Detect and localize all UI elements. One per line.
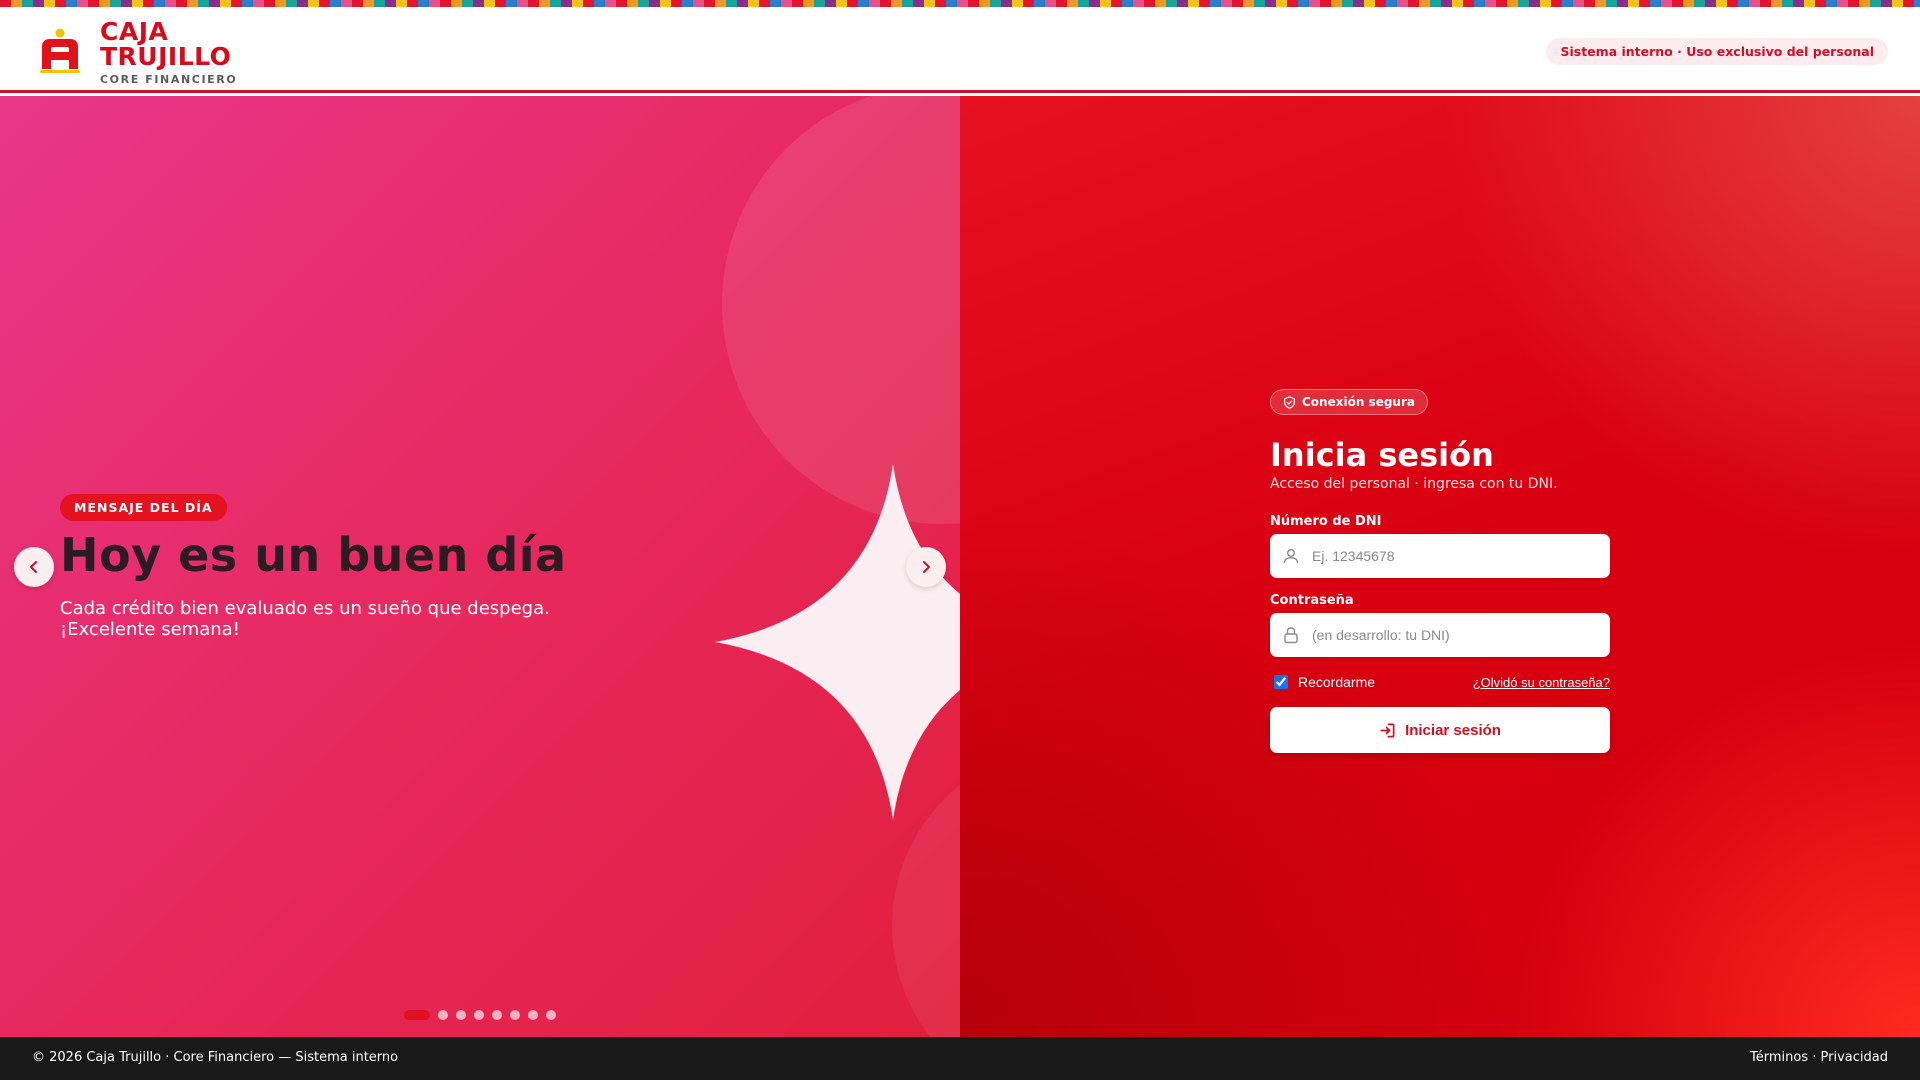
secure-connection-badge: Conexión segura <box>1270 389 1428 415</box>
login-arrow-icon <box>1380 723 1395 737</box>
carousel-prev-button[interactable] <box>14 547 54 587</box>
sparkle-star-icon <box>715 464 960 820</box>
slide-text: Cada crédito bien evaluado es un sueño q… <box>60 598 550 640</box>
form-options-row: Recordarme ¿Olvidó su contraseña? <box>1270 674 1610 690</box>
dni-input[interactable] <box>1270 534 1610 578</box>
remember-me-label: Recordarme <box>1298 674 1376 690</box>
remember-me-checkbox[interactable] <box>1274 675 1288 689</box>
carousel-pagination <box>404 1010 556 1020</box>
carousel-dot[interactable] <box>474 1010 484 1020</box>
message-carousel: MENSAJE DEL DÍA Hoy es un buen día Cada … <box>0 96 960 1037</box>
terms-link[interactable]: Términos <box>1750 1050 1808 1065</box>
carousel-dot[interactable] <box>510 1010 520 1020</box>
carousel-dot[interactable] <box>456 1010 466 1020</box>
login-subtitle: Acceso del personal · ingresa con tu DNI… <box>1270 476 1558 492</box>
password-input[interactable] <box>1270 613 1610 657</box>
login-form: Conexión segura Inicia sesión Acceso del… <box>1270 389 1610 753</box>
brand-line-1: CAJA <box>100 17 169 46</box>
brand-tagline: CORE FINANCIERO <box>100 73 238 86</box>
brand-wordmark: CAJA TRUJILLO CORE FINANCIERO <box>100 19 237 86</box>
footer-separator: · <box>1812 1050 1817 1065</box>
password-field-wrapper <box>1270 613 1610 657</box>
site-header: CAJA TRUJILLO CORE FINANCIERO Sistema in… <box>0 7 1920 93</box>
chevron-left-icon <box>30 561 37 573</box>
slide-title: Hoy es un buen día <box>60 528 567 582</box>
login-submit-label: Iniciar sesión <box>1405 721 1501 739</box>
brand-line-2: TRUJILLO <box>100 42 232 71</box>
dni-label: Número de DNI <box>1270 514 1382 529</box>
login-panel: Conexión segura Inicia sesión Acceso del… <box>960 96 1920 1037</box>
carousel-dot[interactable] <box>438 1010 448 1020</box>
footer-copyright: © 2026 Caja Trujillo · Core Financiero —… <box>32 1050 399 1065</box>
decorative-circle <box>722 96 960 524</box>
carousel-dot[interactable] <box>404 1010 430 1020</box>
shield-check-icon <box>1284 395 1295 409</box>
remember-me[interactable]: Recordarme <box>1270 674 1375 690</box>
message-of-the-day-badge: MENSAJE DEL DÍA <box>60 494 227 521</box>
carousel-dot[interactable] <box>528 1010 538 1020</box>
secure-badge-label: Conexión segura <box>1302 395 1415 409</box>
carousel-dot[interactable] <box>546 1010 556 1020</box>
password-label: Contraseña <box>1270 593 1354 608</box>
login-submit-button[interactable]: Iniciar sesión <box>1270 707 1610 753</box>
decorative-top-stripe <box>0 0 1920 7</box>
carousel-next-button[interactable] <box>906 547 946 587</box>
site-footer: © 2026 Caja Trujillo · Core Financiero —… <box>0 1037 1920 1080</box>
footer-links: Términos · Privacidad <box>1750 1050 1888 1065</box>
carousel-dot[interactable] <box>492 1010 502 1020</box>
internal-system-badge: Sistema interno · Uso exclusivo del pers… <box>1546 38 1888 65</box>
forgot-password-link[interactable]: ¿Olvidó su contraseña? <box>1473 675 1610 690</box>
privacy-link[interactable]: Privacidad <box>1821 1050 1888 1065</box>
login-title: Inicia sesión <box>1270 436 1494 474</box>
caja-trujillo-logo-icon <box>40 28 80 73</box>
chevron-right-icon <box>923 561 930 573</box>
dni-field-wrapper <box>1270 534 1610 578</box>
